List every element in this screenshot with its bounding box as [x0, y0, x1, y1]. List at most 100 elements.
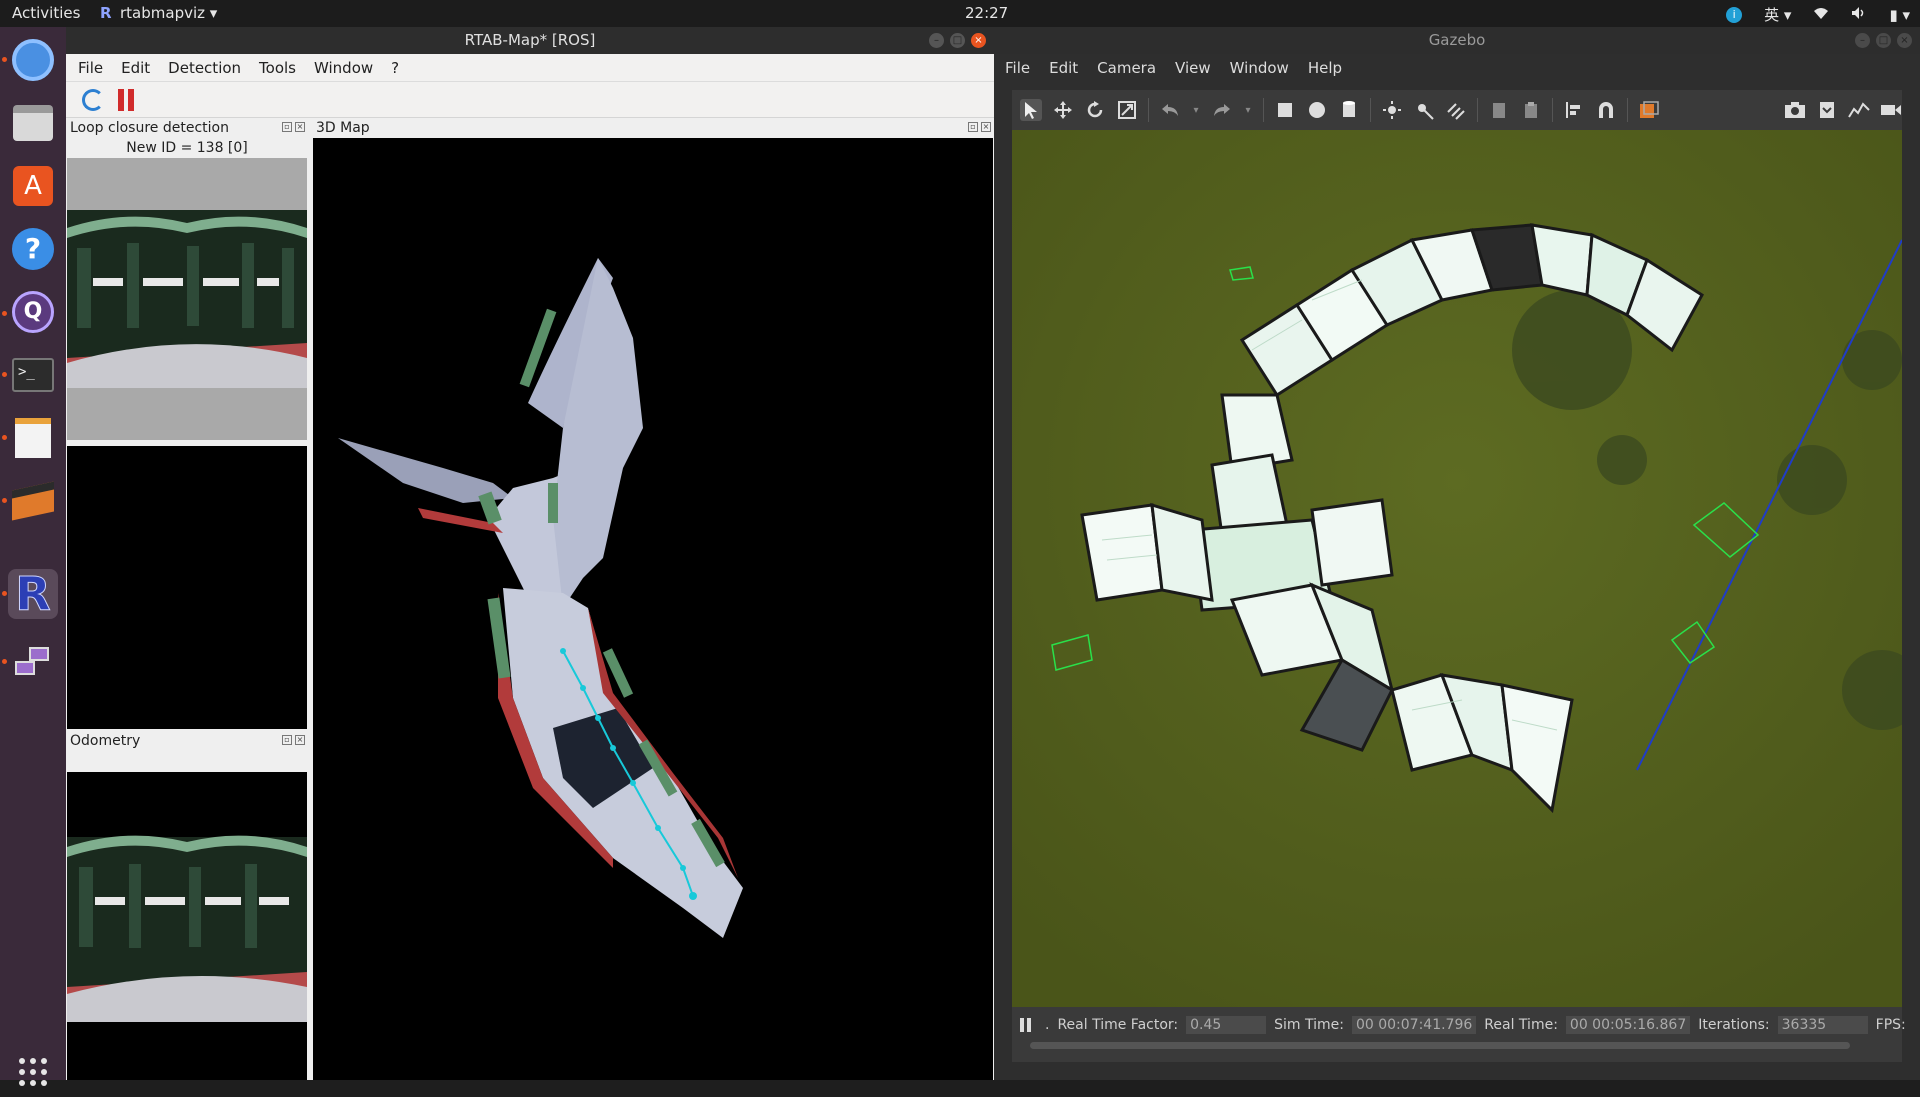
close-panel-icon[interactable]: ×: [981, 122, 991, 132]
map-3d-title: 3D Map: [316, 120, 370, 136]
menu-help[interactable]: ?: [391, 59, 399, 77]
loop-closure-panel-title[interactable]: Loop closure detection ▫ ×: [66, 118, 308, 138]
close-button[interactable]: ×: [1897, 33, 1912, 48]
sphere-shape-icon[interactable]: [1306, 99, 1328, 121]
odometry-title: Odometry: [70, 733, 141, 749]
power-menu-icon[interactable]: ▮ ▾: [1889, 6, 1910, 24]
directional-light-icon[interactable]: [1445, 99, 1467, 121]
rviz-icon[interactable]: [8, 476, 58, 526]
copy-icon[interactable]: [1488, 99, 1510, 121]
input-method-indicator[interactable]: 英 ▾: [1764, 4, 1791, 25]
translate-mode-icon[interactable]: [1052, 99, 1074, 121]
pause-icon[interactable]: [118, 88, 136, 111]
screenshot-icon[interactable]: [1784, 99, 1806, 121]
log-data-icon[interactable]: [1816, 99, 1838, 121]
refresh-icon[interactable]: [82, 88, 104, 111]
network-icon[interactable]: [8, 637, 58, 687]
step-button[interactable]: .: [1045, 1017, 1049, 1033]
app-menu[interactable]: Rrtabmapviz ▾: [100, 4, 217, 22]
rtabmap-icon[interactable]: R: [8, 569, 58, 619]
sim-time-value: 00 00:07:41.796: [1351, 1016, 1477, 1034]
gazebo-titlebar[interactable]: Gazebo – □ ×: [994, 27, 1920, 54]
minimize-button[interactable]: –: [929, 33, 944, 48]
menu-file[interactable]: File: [78, 59, 103, 77]
float-panel-icon[interactable]: ▫: [282, 122, 292, 132]
odometry-panel-title[interactable]: Odometry ▫ ×: [66, 731, 308, 751]
qt-icon[interactable]: Q: [8, 287, 58, 337]
undo-history-icon[interactable]: ▾: [1191, 99, 1201, 121]
redo-history-icon[interactable]: ▾: [1243, 99, 1253, 121]
map-3d-panel-title[interactable]: 3D Map ▫ ×: [312, 118, 994, 138]
plot-icon[interactable]: [1848, 99, 1870, 121]
scale-mode-icon[interactable]: [1116, 99, 1138, 121]
rotate-mode-icon[interactable]: [1084, 99, 1106, 121]
redo-icon[interactable]: [1211, 99, 1233, 121]
close-panel-icon[interactable]: ×: [295, 735, 305, 745]
toolbar-separator: [1477, 98, 1478, 122]
select-mode-icon[interactable]: [1020, 99, 1042, 121]
point-light-icon[interactable]: [1381, 99, 1403, 121]
float-panel-icon[interactable]: ▫: [282, 735, 292, 745]
maximize-button[interactable]: □: [950, 33, 965, 48]
menu-window[interactable]: Window: [1230, 59, 1289, 77]
gazebo-3d-scene[interactable]: [1012, 130, 1902, 1007]
odometry-image: [67, 772, 307, 1080]
spot-light-icon[interactable]: [1413, 99, 1435, 121]
minimize-button[interactable]: –: [1855, 33, 1870, 48]
menu-edit[interactable]: Edit: [1049, 59, 1078, 77]
menu-help[interactable]: Help: [1308, 59, 1342, 77]
text-editor-icon[interactable]: [8, 413, 58, 463]
iterations-label: Iterations:: [1698, 1017, 1770, 1033]
loop-closure-image: [67, 158, 307, 440]
terminal-icon[interactable]: >_: [8, 350, 58, 400]
update-indicator-icon[interactable]: i: [1726, 6, 1743, 23]
menu-window[interactable]: Window: [314, 59, 373, 77]
pause-simulation-icon[interactable]: [1020, 1018, 1031, 1032]
status-row: . Real Time Factor: 0.45 Sim Time: 00 00…: [1020, 1016, 1906, 1034]
menu-detection[interactable]: Detection: [168, 59, 241, 77]
align-icon[interactable]: [1563, 99, 1585, 121]
snap-icon[interactable]: [1595, 99, 1617, 121]
menu-tools[interactable]: Tools: [259, 59, 296, 77]
clock[interactable]: 22:27: [965, 4, 1008, 22]
gazebo-menubar: File Edit Camera View Window Help: [994, 54, 1920, 82]
loop-closure-title: Loop closure detection: [70, 120, 229, 136]
toolbar-separator: [1370, 98, 1371, 122]
change-view-icon[interactable]: [1638, 99, 1660, 121]
wifi-icon[interactable]: [1813, 6, 1829, 24]
real-time-label: Real Time:: [1484, 1017, 1558, 1033]
video-record-icon[interactable]: [1880, 99, 1902, 121]
dock: A ? Q >_ R: [0, 27, 66, 1086]
apps-grid-icon[interactable]: [8, 1047, 58, 1097]
rtf-label: Real Time Factor:: [1057, 1017, 1179, 1033]
help-icon[interactable]: ?: [8, 224, 58, 274]
running-indicator: [2, 591, 7, 596]
rtabmap-menubar: File Edit Detection Tools Window ?: [66, 54, 994, 82]
volume-icon[interactable]: [1851, 6, 1867, 24]
software-center-icon[interactable]: A: [8, 161, 58, 211]
box-shape-icon[interactable]: [1274, 99, 1296, 121]
loop-closure-match-image: [67, 446, 307, 729]
close-button[interactable]: ×: [971, 33, 986, 48]
close-panel-icon[interactable]: ×: [295, 122, 305, 132]
paste-icon[interactable]: [1520, 99, 1542, 121]
activities-button[interactable]: Activities: [12, 4, 80, 22]
cylinder-shape-icon[interactable]: [1338, 99, 1360, 121]
menu-camera[interactable]: Camera: [1097, 59, 1156, 77]
rtf-value: 0.45: [1186, 1016, 1267, 1034]
undo-icon[interactable]: [1159, 99, 1181, 121]
menu-file[interactable]: File: [1005, 59, 1030, 77]
menu-edit[interactable]: Edit: [121, 59, 150, 77]
gazebo-toolbar: ▾ ▾: [1012, 90, 1902, 130]
maximize-button[interactable]: □: [1876, 33, 1891, 48]
loop-closure-status: New ID = 138 [0]: [126, 140, 248, 156]
float-panel-icon[interactable]: ▫: [968, 122, 978, 132]
window-controls: – □ ×: [929, 33, 986, 48]
status-scrollbar[interactable]: [1030, 1042, 1850, 1049]
menu-view[interactable]: View: [1175, 59, 1211, 77]
rtabmap-titlebar[interactable]: RTAB-Map* [ROS] – □ ×: [66, 27, 994, 54]
rtabmap-app-icon: R: [100, 4, 112, 22]
files-icon[interactable]: [8, 98, 58, 148]
chromium-icon[interactable]: [8, 35, 58, 85]
map-3d-view[interactable]: [313, 138, 993, 1080]
